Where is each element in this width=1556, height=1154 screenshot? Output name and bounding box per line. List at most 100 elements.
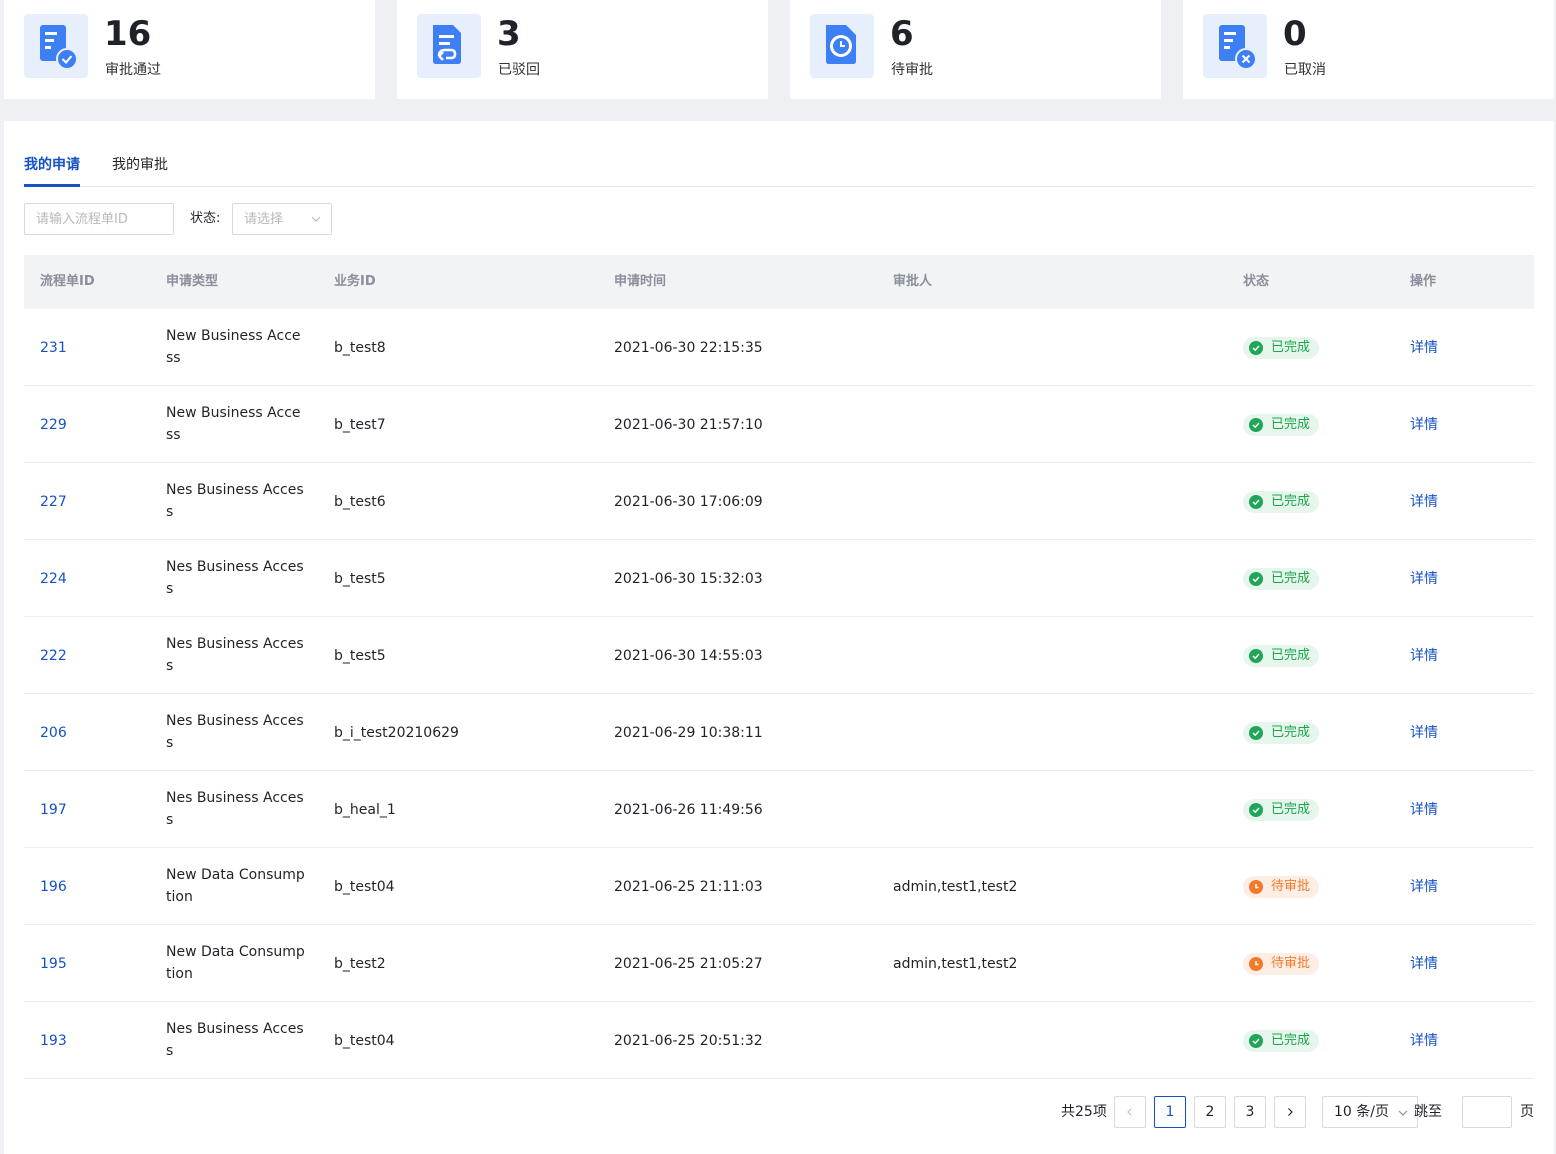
check-circle-icon: [1249, 1034, 1263, 1048]
flow-id-link[interactable]: 193: [40, 1030, 67, 1052]
business-id: b_i_test20210629: [334, 725, 459, 741]
flow-id-link[interactable]: 227: [40, 491, 67, 513]
status-badge: 已完成: [1243, 568, 1320, 590]
apply-time: 2021-06-30 15:32:03: [614, 571, 763, 587]
apply-time: 2021-06-30 14:55:03: [614, 648, 763, 664]
apply-time: 2021-06-30 17:06:09: [614, 494, 763, 510]
col-approver: 审批人: [893, 274, 933, 289]
flow-id-link[interactable]: 231: [40, 337, 67, 359]
table-row: 224 Nes Business Access b_test5 2021-06-30 …: [24, 540, 1534, 617]
check-circle-icon: [1249, 649, 1263, 663]
status-badge: 已完成: [1243, 414, 1320, 436]
col-flow-id: 流程单ID: [40, 274, 95, 289]
detail-link[interactable]: 详情: [1410, 799, 1438, 821]
prev-page-button[interactable]: [1114, 1096, 1146, 1128]
table-header: 流程单ID 申请类型 业务ID 申请时间 审批人 状态 操作: [24, 255, 1534, 309]
flow-id-link[interactable]: 224: [40, 568, 67, 590]
flow-id-link[interactable]: 195: [40, 953, 67, 975]
apply-type: New Data Consumption: [166, 944, 305, 982]
status-text: 已完成: [1271, 340, 1311, 355]
chevron-left-icon: [1127, 1108, 1132, 1116]
flow-id-link[interactable]: 197: [40, 799, 67, 821]
active-tab-indicator: [24, 184, 80, 187]
approver: admin,test1,test2: [893, 956, 1018, 972]
col-status: 状态: [1243, 274, 1270, 289]
status-text: 已完成: [1271, 494, 1311, 509]
page-size-select[interactable]: 10 条/页: [1322, 1096, 1418, 1128]
business-id: b_test04: [334, 879, 395, 895]
apply-time: 2021-06-29 10:38:11: [614, 725, 763, 741]
flow-id-link[interactable]: 196: [40, 876, 67, 898]
detail-link[interactable]: 详情: [1410, 722, 1438, 744]
stat-card: 0 已取消: [1183, 0, 1554, 99]
apply-type: New Business Access: [166, 405, 301, 443]
status-filter-select[interactable]: 请选择: [232, 203, 332, 235]
stat-card: 6 待审批: [790, 0, 1161, 99]
page-3-button[interactable]: 3: [1234, 1096, 1266, 1128]
flow-id-link[interactable]: 222: [40, 645, 67, 667]
table-row: 231 New Business Access b_test8 2021-06-30 …: [24, 309, 1534, 386]
stat-label: 已驳回: [498, 62, 540, 78]
apply-time: 2021-06-25 20:51:32: [614, 1033, 763, 1049]
stat-card: 3 已驳回: [397, 0, 768, 99]
stat-card: 16 审批通过: [4, 0, 375, 99]
flow-id-link[interactable]: 229: [40, 414, 67, 436]
pagination-total: 共25项: [1061, 1104, 1107, 1120]
pending-clock-icon: [810, 14, 874, 78]
detail-link[interactable]: 详情: [1410, 1030, 1438, 1052]
check-circle-icon: [1249, 495, 1263, 509]
jump-page-input[interactable]: [1462, 1096, 1512, 1128]
business-id: b_test2: [334, 956, 386, 972]
apply-time: 2021-06-30 21:57:10: [614, 417, 763, 433]
apply-type: Nes Business Access: [166, 559, 304, 597]
page-size-value: 10 条/页: [1334, 1104, 1389, 1120]
apply-type: Nes Business Access: [166, 713, 304, 751]
chevron-down-icon: [311, 216, 321, 222]
stat-label: 已取消: [1284, 62, 1326, 78]
cancelled-doc-icon: [1203, 14, 1267, 78]
page-2-button[interactable]: 2: [1194, 1096, 1226, 1128]
flow-id-search-input[interactable]: [24, 203, 174, 235]
tab-my-applications[interactable]: 我的申请: [24, 155, 80, 175]
detail-link[interactable]: 详情: [1410, 491, 1438, 513]
stat-value: 0: [1283, 14, 1307, 54]
col-business-id: 业务ID: [334, 274, 376, 289]
apply-type: Nes Business Access: [166, 636, 304, 674]
apply-time: 2021-06-25 21:05:27: [614, 956, 763, 972]
tab-my-approvals[interactable]: 我的审批: [112, 155, 168, 175]
col-apply-time: 申请时间: [614, 274, 667, 289]
status-badge: 已完成: [1243, 491, 1320, 513]
chevron-right-icon: [1288, 1108, 1293, 1116]
flow-id-link[interactable]: 206: [40, 722, 67, 744]
detail-link[interactable]: 详情: [1410, 337, 1438, 359]
detail-link[interactable]: 详情: [1410, 414, 1438, 436]
status-filter-label: 状态:: [190, 211, 221, 226]
status-text: 已完成: [1271, 417, 1311, 432]
apply-time: 2021-06-25 21:11:03: [614, 879, 763, 895]
business-id: b_test7: [334, 417, 386, 433]
status-text: 待审批: [1271, 879, 1311, 894]
business-id: b_test5: [334, 571, 386, 587]
approver: admin,test1,test2: [893, 879, 1018, 895]
stat-value: 3: [497, 14, 521, 54]
table-row: 196 New Data Consumption b_test04 2021-06-2…: [24, 848, 1534, 925]
check-circle-icon: [1249, 572, 1263, 586]
apply-type: New Data Consumption: [166, 867, 305, 905]
detail-link[interactable]: 详情: [1410, 645, 1438, 667]
next-page-button[interactable]: [1274, 1096, 1306, 1128]
apply-type: Nes Business Access: [166, 1021, 304, 1059]
status-badge: 已完成: [1243, 799, 1320, 821]
jump-label: 跳至: [1414, 1104, 1442, 1120]
status-badge: 待审批: [1243, 953, 1320, 975]
table-row: 197 Nes Business Access b_heal_1 2021-06-26…: [24, 771, 1534, 848]
main-panel: 我的申请 我的审批 状态: 请选择 流程单ID 申请类型 业务ID 申请时间 审…: [4, 121, 1554, 1154]
apply-type: Nes Business Access: [166, 790, 304, 828]
table-row: 206 Nes Business Access b_i_test20210629 20…: [24, 694, 1534, 771]
stat-value: 6: [890, 14, 914, 54]
detail-link[interactable]: 详情: [1410, 953, 1438, 975]
page-1-button[interactable]: 1: [1154, 1096, 1186, 1128]
detail-link[interactable]: 详情: [1410, 876, 1438, 898]
status-text: 已完成: [1271, 725, 1311, 740]
status-text: 已完成: [1271, 802, 1311, 817]
detail-link[interactable]: 详情: [1410, 568, 1438, 590]
